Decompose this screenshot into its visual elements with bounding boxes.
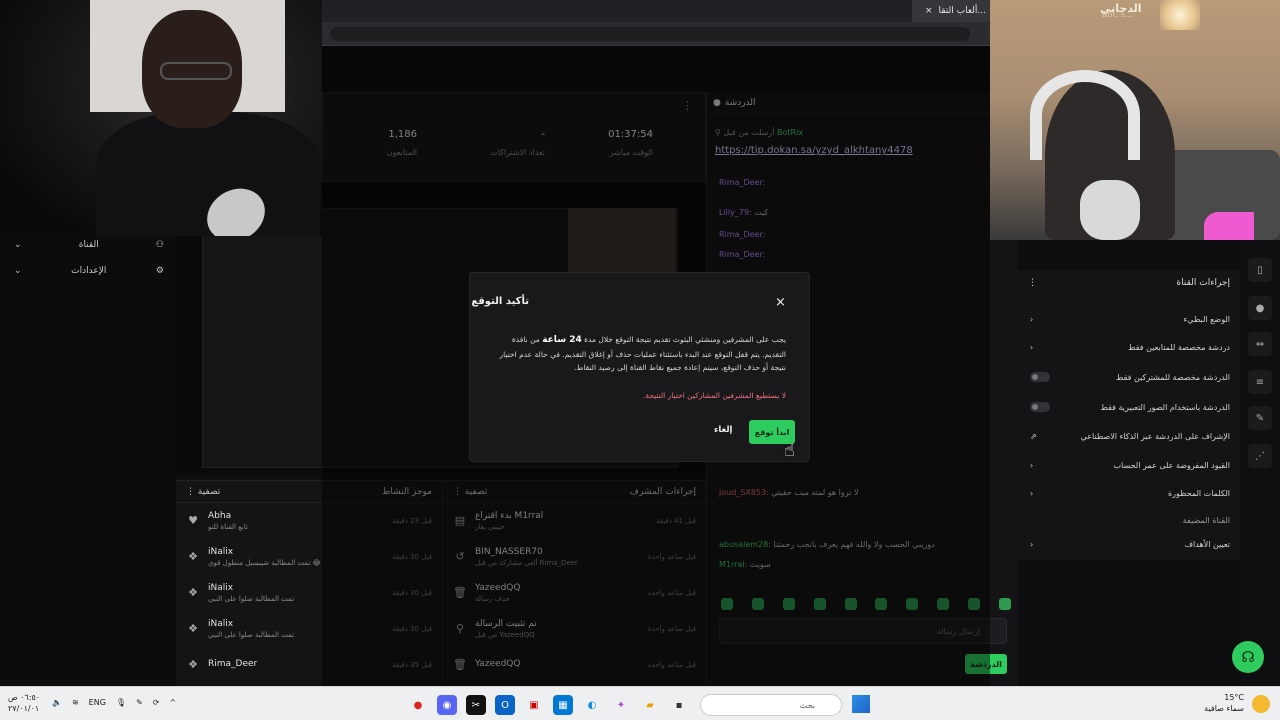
system-tray: 🔈 ≋ ENG 🎙 ✎ ⟳ ^ — [52, 698, 176, 707]
browser-tab[interactable]: × ألعاب التقا... — [912, 0, 990, 22]
action-set-goals[interactable]: › تعيين الأهداف — [1030, 537, 1230, 551]
sync-icon[interactable]: ⟳ — [153, 698, 160, 707]
chevron-right-icon: › — [1030, 488, 1034, 498]
nav-label: الإعدادات — [71, 266, 107, 276]
screen: + × ألعاب التقا... ⋮ 1,186 المتابعون - ت… — [0, 0, 1280, 720]
left-navigation: ⌄ القناة ⚇ ⌄ الإعدادات ⚙ — [0, 236, 176, 686]
capcut-icon[interactable]: ✂ — [466, 695, 486, 715]
dialog-title: تأكيد التوقع — [471, 296, 529, 307]
weather-desc: سماء صافية — [1204, 704, 1244, 713]
heart-icon: ♥ — [188, 514, 198, 527]
volume-icon[interactable]: 🔈 — [52, 698, 62, 707]
toggle-switch[interactable] — [1030, 372, 1050, 382]
address-bar[interactable] — [330, 27, 970, 41]
clock-time: ٠٦:٥٠ ص — [8, 693, 41, 702]
dialog-warning: لا يستطيع المشرفين المشاركين اختيار النت… — [642, 391, 786, 400]
clock-date: ٢٧/٠١/٠١ — [8, 704, 40, 713]
pen-icon[interactable]: ✎ — [136, 698, 143, 707]
support-headset-button[interactable]: ☊ — [1232, 641, 1264, 673]
chevron-right-icon: › — [1030, 460, 1034, 470]
app-window-icon[interactable]: ▪ — [669, 695, 689, 715]
store-icon[interactable]: ▦ — [553, 695, 573, 715]
right-tool-rail: ▯ ● ⇔ ≡ ✎ ⋰ — [1240, 240, 1280, 686]
share-icon[interactable]: ⋰ — [1248, 444, 1272, 468]
pink-light — [1204, 212, 1254, 240]
mic-icon[interactable]: 🎙 — [116, 698, 126, 707]
app-red-icon[interactable]: ● — [408, 695, 428, 715]
gift-icon: ❖ — [188, 550, 198, 563]
gift-icon: ❖ — [188, 658, 198, 671]
channel-actions-panel: ⋮ إجراءات القناة › الوضع البطيء › دردشة مخ… — [1018, 270, 1240, 560]
gift-icon: ❖ — [188, 622, 198, 635]
chevron-up-icon[interactable]: ^ — [169, 698, 176, 707]
wrench-icon[interactable]: ✎ — [1248, 406, 1272, 430]
microphone — [1080, 180, 1140, 240]
mouse-cursor: ☝ — [784, 440, 795, 461]
more-icon[interactable]: ⋮ تصفية — [186, 487, 220, 497]
action-slow-mode[interactable]: › الوضع البطيء — [1030, 312, 1230, 326]
chevron-right-icon: › — [1030, 342, 1034, 352]
address-bar-row — [322, 22, 990, 46]
discord-icon[interactable]: ◉ — [437, 695, 457, 715]
confirm-prediction-dialog: تأكيد التوقع × يجب على المشرفين ومنشئي ا… — [469, 272, 810, 462]
users-icon: ⚇ — [155, 240, 164, 250]
panel-title: إجراءات القناة — [1176, 278, 1230, 288]
notes-icon[interactable]: ▯ — [1248, 258, 1272, 282]
glasses — [160, 62, 232, 80]
language-indicator[interactable]: ENG — [89, 698, 106, 707]
clock[interactable]: ٠٦:٥٠ ص ٢٧/٠١/٠١ — [8, 692, 40, 714]
outlook-icon[interactable]: O — [495, 695, 515, 715]
edge-icon[interactable]: ◐ — [582, 695, 602, 715]
chevron-down-icon: ⌄ — [14, 266, 22, 276]
folder-icon[interactable]: ▰ — [640, 695, 660, 715]
webcam-left — [0, 0, 322, 236]
taskbar-apps: ● ◉ ✂ O ▣ ▦ ◐ ✦ ▰ ▪ — [408, 695, 689, 715]
dialog-body: يجب على المشرفين ومنشئي البثوث تقديم نتي… — [499, 335, 786, 372]
gift-app-icon[interactable]: ▣ — [524, 695, 544, 715]
action-banned-words[interactable]: › الكلمات المحظورة — [1030, 486, 1230, 500]
link-icon[interactable]: ⇔ — [1248, 332, 1272, 356]
panel-header: ⋮ إجراءات القناة — [1018, 270, 1240, 296]
nav-label: القناة — [78, 240, 99, 250]
external-link-icon: ⇗ — [1030, 431, 1037, 441]
gear-icon: ⚙ — [155, 266, 164, 276]
taskbar-search[interactable]: بحث — [700, 694, 842, 716]
chat-bubble-icon[interactable]: ● — [1248, 296, 1272, 320]
bot-label: Bot: s... — [1102, 10, 1133, 19]
wifi-icon[interactable]: ≋ — [72, 698, 79, 707]
emote-icon[interactable] — [998, 598, 1011, 610]
browser-tabstrip: + × ألعاب التقا... — [322, 0, 990, 22]
section-label: القناة المضيفة — [1182, 515, 1230, 525]
tab-title: ألعاب التقا... — [938, 6, 986, 16]
cancel-button[interactable]: إلغاء — [714, 425, 732, 435]
sun-icon — [1252, 695, 1270, 713]
dialog-emphasis: 24 ساعة — [542, 335, 582, 345]
weather-widget[interactable]: 15°C سماء صافية — [1204, 692, 1244, 714]
action-subscribers-only[interactable]: الدردشة مخصصة للمشتركين فقط — [1030, 370, 1230, 384]
nav-item-settings[interactable]: ⌄ الإعدادات ⚙ — [14, 264, 164, 278]
action-emote-only[interactable]: الدردشة باستخدام الصور التعبيرية فقط — [1030, 400, 1230, 414]
gift-icon: ❖ — [188, 586, 198, 599]
weather-temp: 15°C — [1224, 693, 1244, 702]
list-icon[interactable]: ≡ — [1248, 370, 1272, 394]
close-icon[interactable]: × — [775, 295, 786, 310]
nav-item-channel[interactable]: ⌄ القناة ⚇ — [14, 238, 164, 252]
windows-start-icon[interactable] — [852, 695, 870, 713]
more-icon[interactable]: ⋮ — [1028, 278, 1037, 288]
chevron-down-icon: ⌄ — [14, 240, 22, 250]
action-ai-moderation[interactable]: ⇗ الإشراف على الدردشة عبر الذكاء الاصطناع… — [1030, 429, 1230, 443]
action-followers-only[interactable]: › دردشة مخصصة للمتابعين فقط — [1030, 340, 1230, 354]
webcam-right: الدحاني Bot: s... — [990, 0, 1280, 240]
chevron-right-icon: › — [1030, 314, 1034, 324]
taskbar: ٠٦:٥٠ ص ٢٧/٠١/٠١ 🔈 ≋ ENG 🎙 ✎ ⟳ ^ ● ◉ ✂ O… — [0, 686, 1280, 720]
ceiling-lamp — [1160, 0, 1200, 30]
action-account-age[interactable]: › القيود المفروضة على عمر الحساب — [1030, 458, 1230, 472]
copilot-icon[interactable]: ✦ — [611, 695, 631, 715]
toggle-switch[interactable] — [1030, 402, 1050, 412]
tab-close-icon[interactable]: × — [925, 6, 933, 16]
headset — [1030, 70, 1140, 160]
chevron-right-icon: › — [1030, 539, 1034, 549]
